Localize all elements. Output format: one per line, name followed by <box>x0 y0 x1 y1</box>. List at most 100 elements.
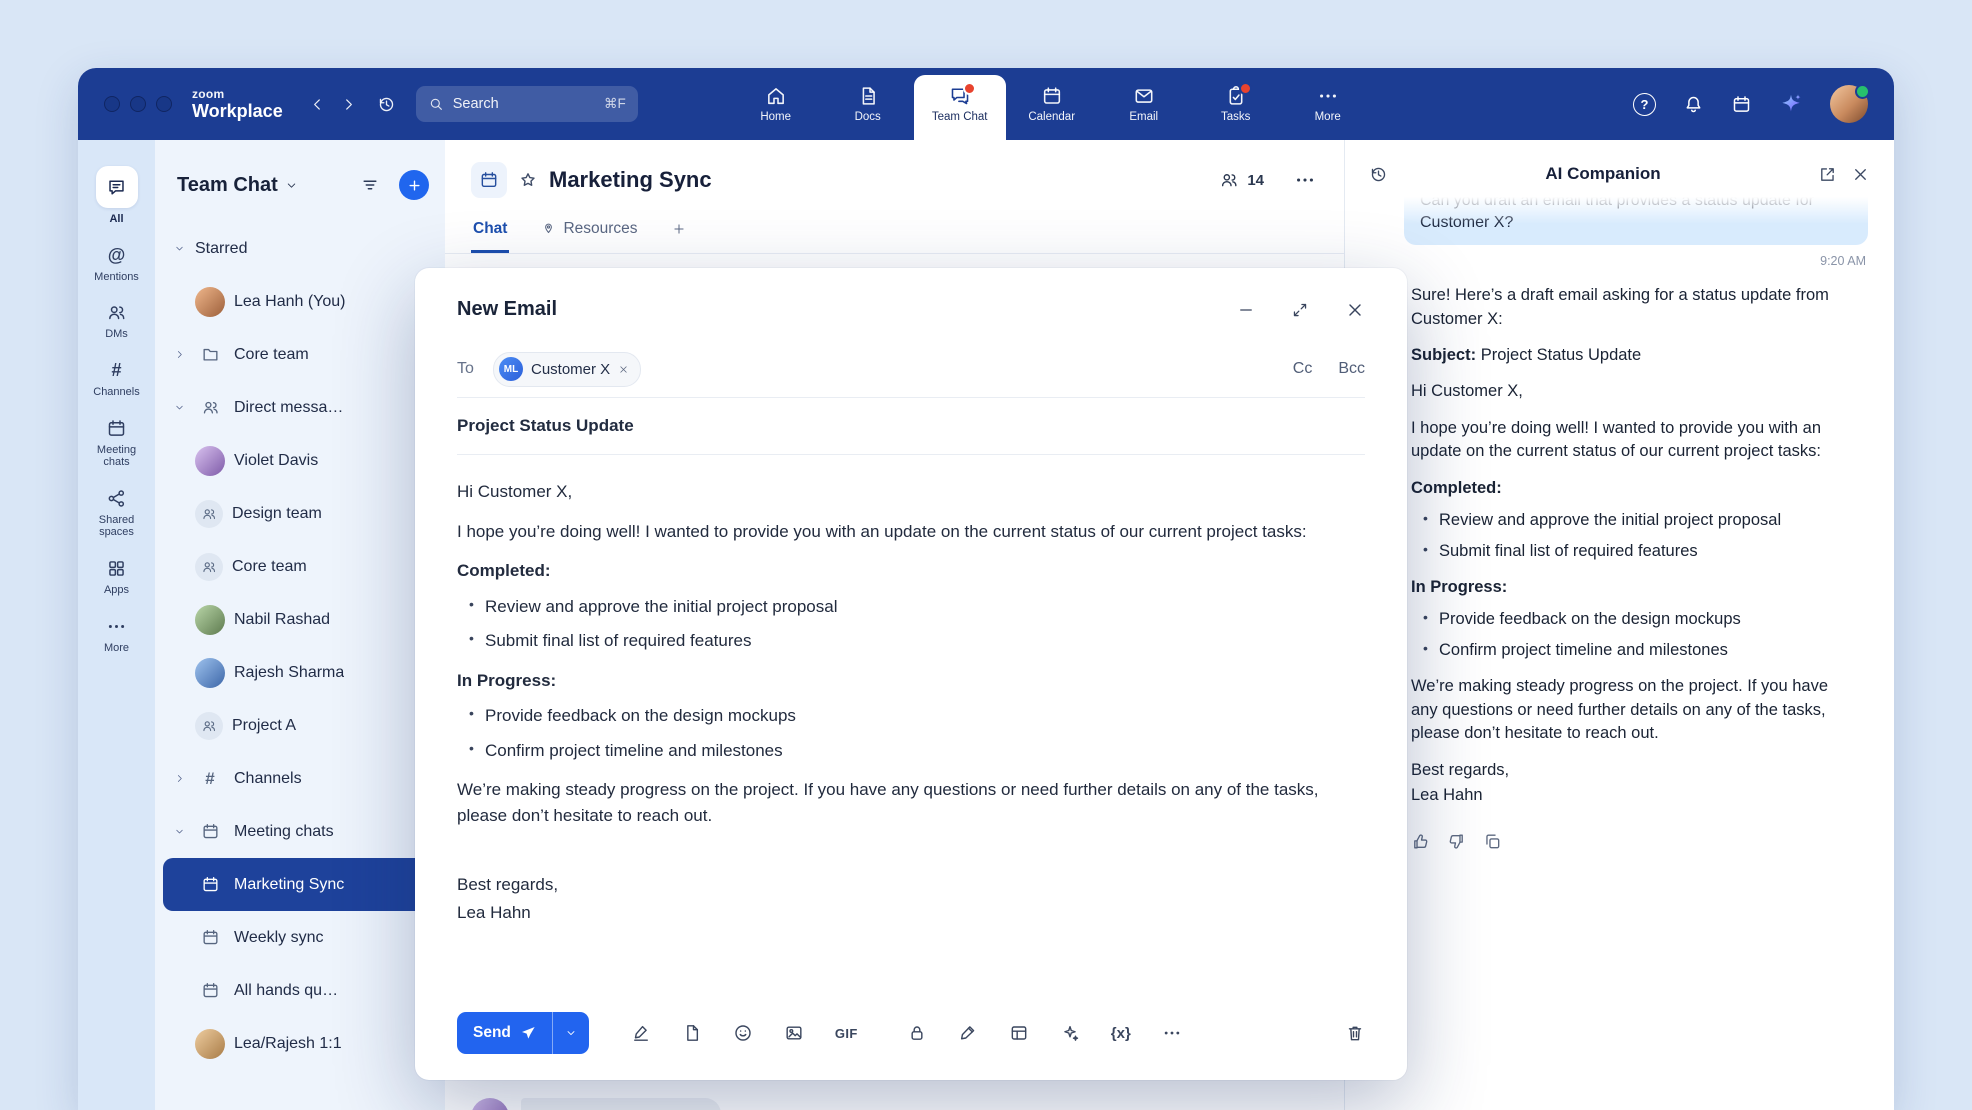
ai-in-progress-list: Provide feedback on the design mockups C… <box>1411 608 1854 662</box>
tab-resources[interactable]: Resources <box>539 212 639 253</box>
rail-item-channels[interactable]: # Channels <box>78 360 155 399</box>
rail-item-all[interactable]: All <box>78 166 155 226</box>
add-chat-button[interactable] <box>399 170 429 200</box>
add-tab-button[interactable] <box>670 214 688 253</box>
ai-companion-panel: AI Companion Can you draft an email that… <box>1344 140 1894 1110</box>
channel-more-icon[interactable] <box>1294 169 1316 191</box>
star-icon[interactable] <box>518 170 538 190</box>
send-options-button[interactable] <box>552 1012 589 1054</box>
recipient-chip[interactable]: ML Customer X <box>493 352 641 387</box>
ai-conversation[interactable]: Can you draft an email that provides a s… <box>1345 188 1894 1110</box>
magic-compose-icon[interactable] <box>1060 1023 1080 1043</box>
layout-icon[interactable] <box>1009 1023 1029 1043</box>
dms-icon <box>106 302 127 323</box>
filter-icon[interactable] <box>360 175 380 195</box>
variables-button[interactable]: {x} <box>1111 1025 1131 1042</box>
send-button[interactable]: Send <box>457 1012 552 1054</box>
close-icon[interactable] <box>1851 165 1870 184</box>
chat-item-all-hands-quarterly[interactable]: All hands quarterly <box>163 964 437 1017</box>
rail-item-mentions[interactable]: @ Mentions <box>78 245 155 284</box>
rail-item-meeting-chats[interactable]: Meeting chats <box>78 418 155 469</box>
subject-field[interactable]: Project Status Update <box>457 398 1365 455</box>
pencil-icon[interactable] <box>958 1023 978 1043</box>
avatar <box>195 287 225 317</box>
tab-more[interactable]: More <box>1282 68 1374 140</box>
chat-item-lea-rajesh-1-1[interactable]: Lea/Rajesh 1:1 <box>163 1017 437 1070</box>
chat-item-project-a[interactable]: Project A <box>163 699 437 752</box>
more-icon[interactable] <box>1162 1023 1182 1043</box>
chat-list: Starred Lea Hanh (You) Core team Direct … <box>155 214 445 1070</box>
chat-section-meeting-chats[interactable]: Meeting chats <box>163 805 437 858</box>
forward-icon[interactable] <box>340 96 357 113</box>
chevron-down-icon[interactable] <box>173 402 186 413</box>
calendar-badge-icon[interactable] <box>1731 94 1752 115</box>
signature-icon[interactable] <box>631 1023 651 1043</box>
ai-response-closing: We’re making steady progress on the proj… <box>1411 675 1854 745</box>
docs-icon <box>857 85 879 107</box>
user-avatar[interactable] <box>1830 85 1868 123</box>
email-body-editor[interactable]: Hi Customer X, I hope you’re doing well!… <box>457 455 1365 1000</box>
members-icon[interactable] <box>1219 170 1239 190</box>
chat-item-lea-hanh-you[interactable]: Lea Hanh (You) <box>163 275 437 328</box>
ai-response: Sure! Here’s a draft email asking for a … <box>1371 284 1868 820</box>
copy-icon[interactable] <box>1483 832 1502 851</box>
history-icon[interactable] <box>377 95 396 114</box>
emoji-icon[interactable] <box>733 1023 753 1043</box>
rail-item-dms[interactable]: DMs <box>78 302 155 341</box>
expand-icon[interactable] <box>1291 301 1309 319</box>
chat-section-starred[interactable]: Starred <box>163 222 437 275</box>
ai-sparkle-icon[interactable] <box>1779 92 1803 116</box>
subject-value: Project Status Update <box>457 416 634 436</box>
chevron-down-icon[interactable] <box>173 826 186 837</box>
thumbs-down-icon[interactable] <box>1447 832 1466 851</box>
notifications-icon[interactable] <box>1683 94 1704 115</box>
chat-item-nabil-rashad[interactable]: Nabil Rashad <box>163 593 437 646</box>
rail-item-shared-spaces[interactable]: Shared spaces <box>78 488 155 539</box>
gif-button[interactable]: GIF <box>835 1026 858 1041</box>
minimize-icon[interactable] <box>1237 301 1255 319</box>
lock-icon[interactable] <box>907 1023 927 1043</box>
search-icon <box>428 96 444 112</box>
window-zoom-button[interactable] <box>156 96 172 112</box>
rail-item-apps[interactable]: Apps <box>78 558 155 597</box>
cc-button[interactable]: Cc <box>1293 360 1313 378</box>
tab-team-chat[interactable]: Team Chat <box>914 75 1006 140</box>
tab-docs[interactable]: Docs <box>822 68 914 140</box>
tab-tasks[interactable]: Tasks <box>1190 68 1282 140</box>
chat-item-violet-davis[interactable]: Violet Davis <box>163 434 437 487</box>
chat-item-weekly-sync[interactable]: Weekly sync <box>163 911 437 964</box>
trash-icon[interactable] <box>1345 1023 1365 1043</box>
to-field[interactable]: To ML Customer X Cc Bcc <box>457 341 1365 398</box>
chevron-down-icon[interactable] <box>173 243 186 254</box>
thumbs-up-icon[interactable] <box>1411 832 1430 851</box>
remove-recipient-icon[interactable] <box>618 364 629 375</box>
chat-item-marketing-sync[interactable]: Marketing Sync <box>163 858 437 911</box>
image-icon[interactable] <box>784 1023 804 1043</box>
rail-item-more[interactable]: More <box>78 616 155 655</box>
chat-item-core-team[interactable]: Core team <box>163 540 437 593</box>
close-icon[interactable] <box>1345 300 1365 320</box>
search-input[interactable]: Search ⌘F <box>416 86 638 122</box>
window-minimize-button[interactable] <box>130 96 146 112</box>
tab-email[interactable]: Email <box>1098 68 1190 140</box>
chat-item-core-team-folder[interactable]: Core team <box>163 328 437 381</box>
chat-section-channels[interactable]: # Channels <box>163 752 437 805</box>
file-icon[interactable] <box>682 1023 702 1043</box>
window-close-button[interactable] <box>104 96 120 112</box>
open-external-icon[interactable] <box>1818 165 1837 184</box>
apps-icon <box>106 558 127 579</box>
tab-home[interactable]: Home <box>730 68 822 140</box>
chevron-right-icon[interactable] <box>173 349 186 360</box>
tab-calendar[interactable]: Calendar <box>1006 68 1098 140</box>
bcc-button[interactable]: Bcc <box>1338 360 1365 378</box>
history-icon[interactable] <box>1369 165 1388 184</box>
chat-item-rajesh-sharma[interactable]: Rajesh Sharma <box>163 646 437 699</box>
tab-chat[interactable]: Chat <box>471 212 509 253</box>
chat-item-design-team[interactable]: Design team <box>163 487 437 540</box>
back-icon[interactable] <box>309 96 326 113</box>
chevron-down-icon[interactable] <box>285 179 298 192</box>
chevron-right-icon[interactable] <box>173 773 186 784</box>
chat-section-direct-messages[interactable]: Direct messages <box>163 381 437 434</box>
help-icon[interactable]: ? <box>1633 93 1656 116</box>
message-bubble: Great discussion team! <box>521 1098 721 1110</box>
